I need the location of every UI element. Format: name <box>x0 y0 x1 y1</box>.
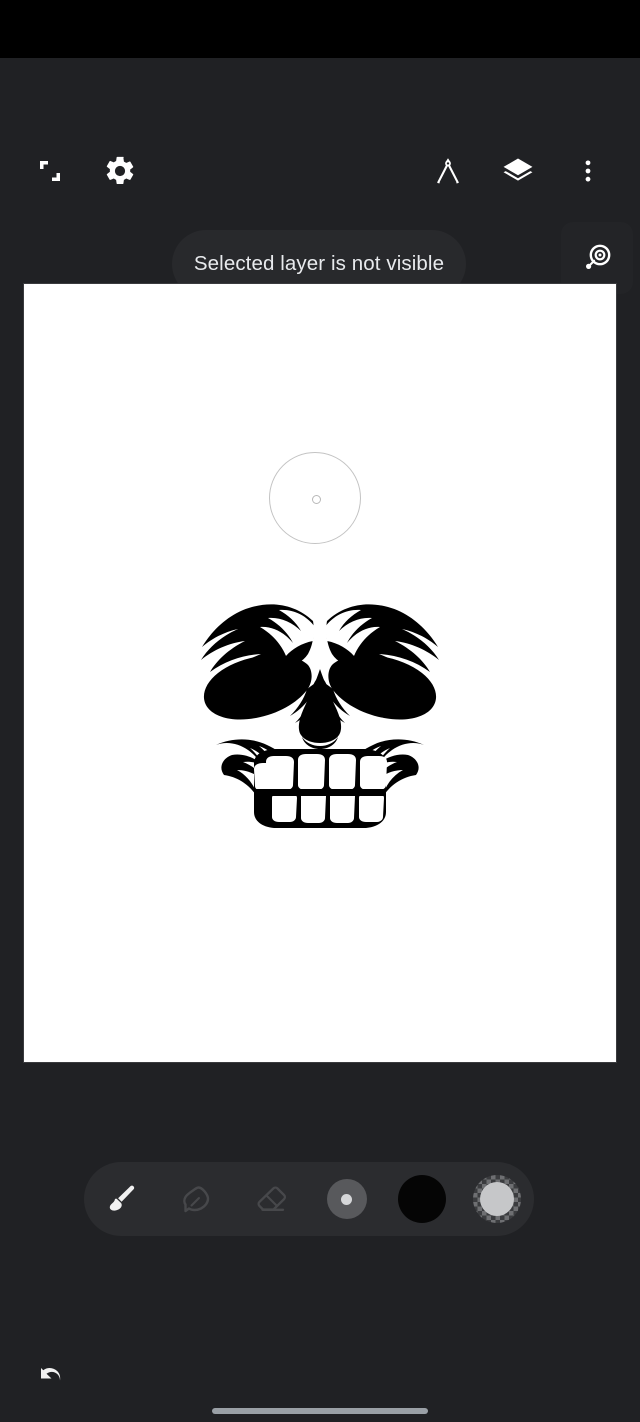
color-swatch-button[interactable] <box>384 1162 459 1236</box>
color-swatch-icon <box>397 1175 446 1223</box>
settings-button[interactable] <box>92 143 148 199</box>
eraser-tool-button[interactable] <box>234 1162 309 1236</box>
brush-size-icon <box>326 1179 367 1219</box>
compass-tool-button[interactable] <box>420 143 476 199</box>
undo-arrow-icon <box>32 1358 68 1394</box>
color-picker-icon <box>578 239 616 277</box>
undo-button[interactable] <box>22 1348 78 1404</box>
smudge-finger-icon <box>178 1180 216 1218</box>
crop-corners-icon <box>36 157 64 185</box>
smudge-tool-button[interactable] <box>159 1162 234 1236</box>
opacity-swatch-button[interactable] <box>459 1162 534 1236</box>
compass-icon <box>432 155 464 187</box>
gear-icon <box>103 154 137 188</box>
artwork-skull <box>180 577 460 837</box>
opacity-swatch-icon <box>472 1175 521 1223</box>
toast-message: Selected layer is not visible <box>193 252 445 275</box>
layers-button[interactable] <box>490 143 546 199</box>
three-dots-vertical-icon <box>574 157 602 185</box>
top-toolbar <box>0 58 640 185</box>
tool-dock <box>84 1162 534 1236</box>
app-root: Selected layer is not visible <box>0 58 640 1422</box>
layers-icon <box>501 154 535 188</box>
brush-cursor <box>269 452 361 544</box>
more-options-button[interactable] <box>560 143 616 199</box>
brush-size-button[interactable] <box>309 1162 384 1236</box>
drawing-canvas[interactable] <box>24 284 616 1062</box>
crop-tool-button[interactable] <box>22 143 78 199</box>
gesture-nav-bar[interactable] <box>212 1408 428 1414</box>
brush-tool-button[interactable] <box>84 1162 159 1236</box>
paintbrush-icon <box>103 1180 141 1218</box>
eraser-icon <box>253 1180 291 1218</box>
status-bar <box>0 0 640 58</box>
